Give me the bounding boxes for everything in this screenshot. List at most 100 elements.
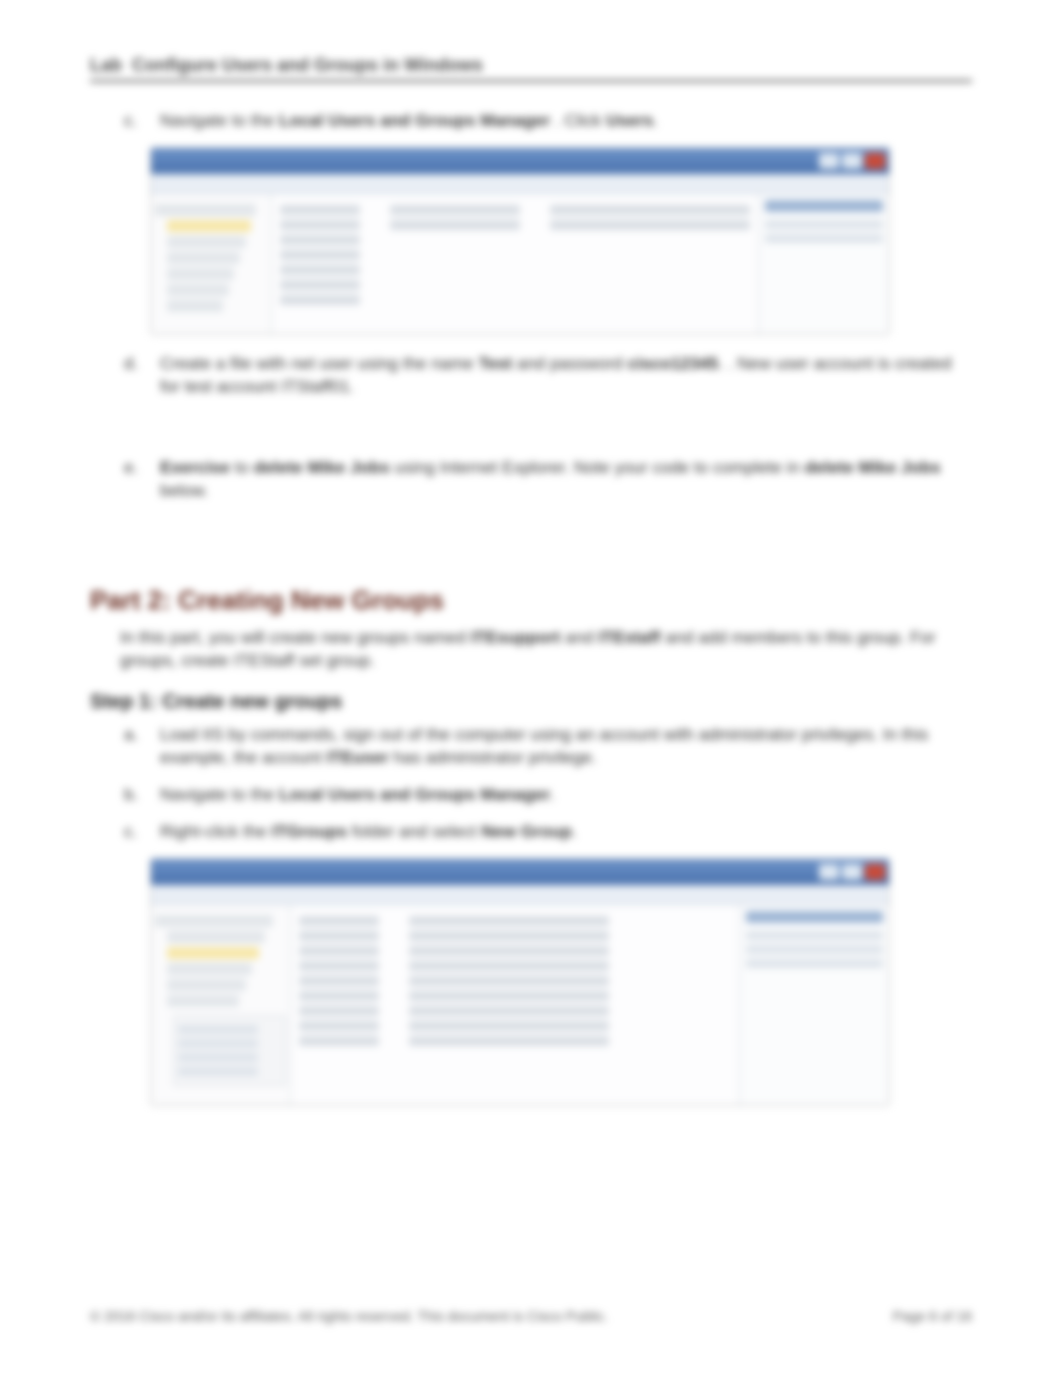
header-lab-label: Lab <box>90 55 122 76</box>
list-col <box>280 200 360 328</box>
tree-node <box>167 268 234 280</box>
list-letter: c. <box>124 110 142 133</box>
list-cell <box>299 1006 379 1016</box>
list-letter: c. <box>124 821 142 844</box>
step-item-e: e. Exercise to delete Mike Jobs using In… <box>124 457 972 503</box>
list-cell <box>280 265 360 275</box>
window-body <box>151 194 889 334</box>
screenshot-groups-manager <box>150 858 890 1106</box>
list-cell <box>409 931 609 941</box>
list-cell <box>299 1021 379 1031</box>
step-text: Navigate to the Local Users and Groups M… <box>160 784 555 807</box>
list-col <box>409 911 731 1099</box>
close-icon <box>865 153 885 169</box>
part-intro: In this part, you will create new groups… <box>120 626 972 674</box>
tree-node <box>167 252 240 264</box>
answer-blank <box>90 413 972 447</box>
tree-node <box>167 995 239 1007</box>
action-item <box>746 959 883 968</box>
page-header: Lab Configure Users and Groups in Window… <box>90 55 972 82</box>
window-titlebar <box>151 859 889 885</box>
list-cell <box>299 931 379 941</box>
list-cell <box>550 220 750 230</box>
list-col <box>550 200 750 328</box>
list-cell <box>299 991 379 1001</box>
window-menubar <box>151 885 889 905</box>
tree-node <box>167 236 246 248</box>
step-text: Right-click the ITGroups folder and sele… <box>160 821 577 844</box>
list-cell <box>280 205 360 215</box>
list-letter: a. <box>124 724 142 770</box>
part-heading: Part 2: Creating New Groups <box>90 585 972 616</box>
tree-node-selected <box>167 947 259 959</box>
list-letter: e. <box>124 457 142 503</box>
step1-item-c: c. Right-click the ITGroups folder and s… <box>124 821 972 844</box>
tree-panel <box>151 905 291 1105</box>
tree-node <box>167 300 223 312</box>
step-text: Navigate to the Local Users and Groups M… <box>160 110 658 133</box>
actions-panel <box>739 905 889 1105</box>
list-cell <box>280 280 360 290</box>
tree-node-selected <box>167 220 251 232</box>
list-cell <box>409 1006 609 1016</box>
action-item <box>746 945 883 954</box>
list-cell <box>409 961 609 971</box>
list-letter: b. <box>124 784 142 807</box>
action-item <box>765 220 883 229</box>
list-cell <box>390 220 520 230</box>
actions-panel <box>758 194 889 334</box>
list-cell <box>390 205 520 215</box>
list-cell <box>299 976 379 986</box>
maximize-icon <box>842 864 862 880</box>
tree-panel <box>151 194 272 334</box>
window-body <box>151 905 889 1105</box>
tree-node <box>167 931 265 943</box>
menu-item <box>178 1025 258 1034</box>
document-page: Lab Configure Users and Groups in Window… <box>0 0 1062 1376</box>
list-cell <box>280 250 360 260</box>
menu-item <box>178 1039 258 1048</box>
page-footer: © 2016 Cisco and/or its affiliates. All … <box>90 1308 972 1324</box>
list-cell <box>299 916 379 926</box>
list-cell <box>299 946 379 956</box>
menu-item <box>178 1053 258 1062</box>
header-title: Configure Users and Groups in Windows <box>132 55 483 76</box>
tree-node <box>167 979 246 991</box>
list-col <box>299 911 379 1099</box>
list-panel <box>291 905 739 1105</box>
list-cell <box>280 235 360 245</box>
step-text: Create a file with net user using the na… <box>160 353 972 399</box>
tree-node <box>167 963 252 975</box>
context-menu <box>173 1015 286 1086</box>
step1-item-a: a. Load IIS by commands, sign out of the… <box>124 724 972 770</box>
list-cell <box>299 1036 379 1046</box>
step1-item-b: b. Navigate to the Local Users and Group… <box>124 784 972 807</box>
tree-node <box>155 915 273 927</box>
step-item-d: d. Create a file with net user using the… <box>124 353 972 399</box>
list-cell <box>299 961 379 971</box>
window-menubar <box>151 174 889 194</box>
actions-header <box>765 200 883 212</box>
menu-item <box>178 1067 258 1076</box>
list-cell <box>409 946 609 956</box>
footer-copyright: © 2016 Cisco and/or its affiliates. All … <box>90 1308 608 1324</box>
step-item-c: c. Navigate to the Local Users and Group… <box>124 110 972 133</box>
minimize-icon <box>819 864 839 880</box>
window-titlebar <box>151 148 889 174</box>
list-cell <box>280 220 360 230</box>
list-letter: d. <box>124 353 142 399</box>
maximize-icon <box>842 153 862 169</box>
tree-node <box>167 284 229 296</box>
minimize-icon <box>819 153 839 169</box>
list-cell <box>409 1036 609 1046</box>
list-cell <box>409 991 609 1001</box>
step-text: Exercise to delete Mike Jobs using Inter… <box>160 457 972 503</box>
list-col <box>390 200 520 328</box>
step-text: Load IIS by commands, sign out of the co… <box>160 724 972 770</box>
list-cell <box>280 295 360 305</box>
close-icon <box>865 864 885 880</box>
action-item <box>746 931 883 940</box>
tree-node <box>155 204 256 216</box>
step-heading: Step 1: Create new groups <box>90 691 972 714</box>
list-cell <box>550 205 750 215</box>
